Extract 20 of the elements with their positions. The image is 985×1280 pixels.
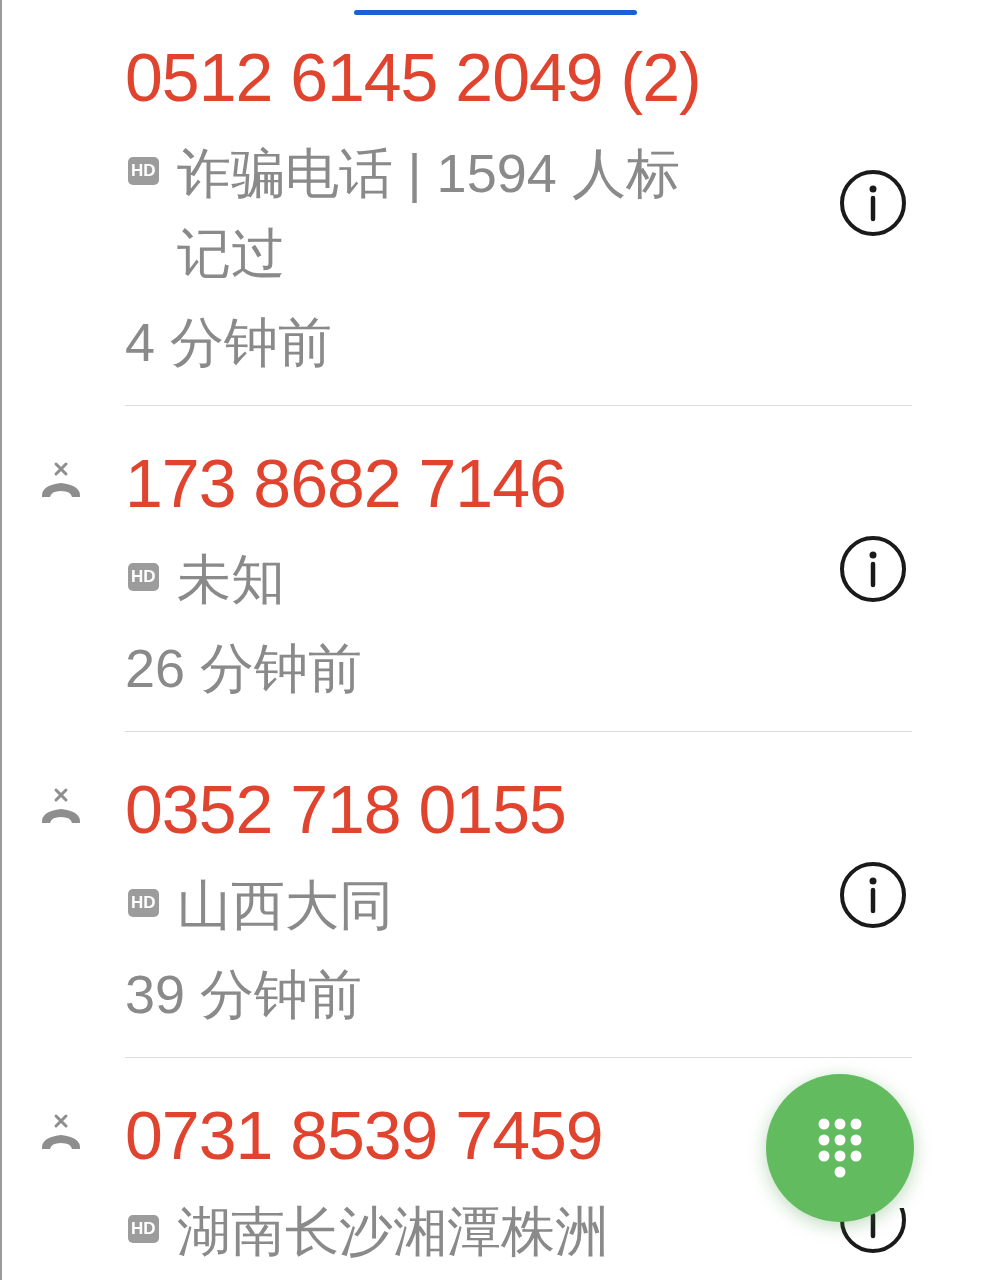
info-icon[interactable] (839, 860, 907, 929)
caller-label: 诈骗电话 | 1594 人标记过 (176, 142, 681, 285)
hd-badge: HD (128, 1215, 159, 1243)
phone-number: 0512 6145 2049 (2) (125, 38, 702, 117)
caller-label: 未知 (176, 548, 285, 611)
phone-number: 173 8682 7146 (125, 444, 567, 523)
caller-label: 湖南长沙湘潭株洲 (176, 1200, 609, 1263)
phone-number: 0352 718 0155 (125, 770, 567, 849)
dialpad-icon (818, 1118, 862, 1178)
call-time: 39 分钟前 (125, 963, 364, 1026)
info-icon[interactable] (839, 534, 907, 603)
info-icon[interactable] (839, 168, 907, 237)
caller-label: 山西大同 (176, 874, 393, 937)
hd-badge: HD (128, 157, 159, 185)
info-icon[interactable] (839, 1208, 907, 1254)
hd-badge: HD (128, 563, 159, 591)
call-time: 4 分钟前 (125, 311, 334, 374)
call-time: 26 分钟前 (125, 637, 364, 700)
phone-number: 0731 8539 7459 (125, 1096, 604, 1175)
hd-badge: HD (128, 889, 159, 917)
